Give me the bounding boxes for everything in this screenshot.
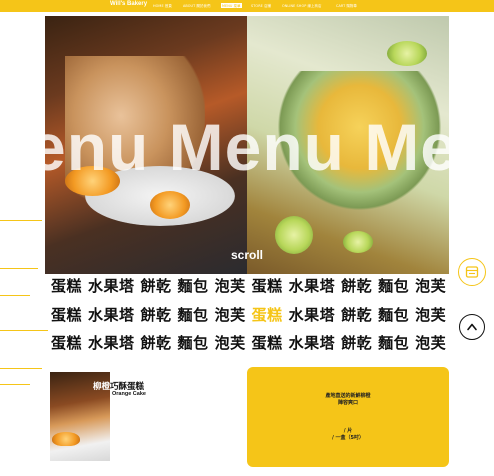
- category-link[interactable]: 泡芙: [415, 306, 446, 324]
- orange-slice-image: [150, 191, 190, 219]
- nav-online-shop[interactable]: ONLINE SHOP 線上商店: [282, 3, 322, 8]
- category-link[interactable]: 泡芙: [215, 306, 246, 324]
- brand-logo[interactable]: Will's Bakery: [110, 1, 147, 7]
- orange-slice-image: [52, 432, 80, 446]
- decor-line: [0, 220, 42, 221]
- category-link[interactable]: 蛋糕: [51, 306, 82, 324]
- category-link[interactable]: 餅乾: [141, 334, 172, 352]
- category-link[interactable]: 泡芙: [215, 277, 246, 295]
- scroll-label[interactable]: scroll: [231, 248, 263, 262]
- back-to-top-button[interactable]: [459, 314, 485, 340]
- category-marquee-row: 蛋糕 水果塔 餅乾 麵包 泡芙 蛋糕 水果塔 餅乾 麵包 泡芙: [51, 333, 451, 353]
- category-link[interactable]: 泡芙: [415, 277, 446, 295]
- category-link[interactable]: 餅乾: [341, 277, 372, 295]
- product-description-line: 產地直送的新鮮柳橙: [325, 393, 371, 399]
- category-link[interactable]: 蛋糕: [51, 334, 82, 352]
- category-link[interactable]: 麵包: [178, 277, 209, 295]
- category-link[interactable]: 蛋糕: [252, 306, 283, 324]
- cart-icon: [465, 266, 479, 278]
- nav-store[interactable]: STORE 店鋪: [251, 3, 271, 8]
- category-link[interactable]: 麵包: [178, 306, 209, 324]
- category-link[interactable]: 麵包: [178, 334, 209, 352]
- decor-line: [0, 295, 30, 296]
- category-marquee-row: 蛋糕 水果塔 餅乾 麵包 泡芙 蛋糕 水果塔 餅乾 麵包 泡芙: [51, 305, 451, 325]
- menu-hero: enu Menu Menu Men scroll: [45, 16, 449, 274]
- category-marquee-row: 蛋糕 水果塔 餅乾 麵包 泡芙 蛋糕 水果塔 餅乾 麵包 泡芙: [51, 276, 451, 296]
- category-link[interactable]: 麵包: [378, 277, 409, 295]
- category-link[interactable]: 麵包: [378, 334, 409, 352]
- lime-slice-image: [387, 41, 427, 66]
- decor-line: [0, 384, 30, 385]
- category-link[interactable]: 水果塔: [88, 334, 135, 352]
- product-description-line: 陣容爽口: [337, 400, 358, 406]
- category-link[interactable]: 泡芙: [215, 334, 246, 352]
- nav-menu[interactable]: MENU 菜單: [221, 3, 242, 8]
- category-link[interactable]: 水果塔: [88, 306, 135, 324]
- nav-cart[interactable]: CART 購物車: [336, 3, 357, 8]
- category-link[interactable]: 水果塔: [88, 277, 135, 295]
- category-link[interactable]: 餅乾: [341, 306, 372, 324]
- category-link[interactable]: 水果塔: [289, 277, 336, 295]
- category-link[interactable]: 麵包: [378, 306, 409, 324]
- price-per-box: / 一盒（5吋）: [331, 435, 365, 441]
- product-subtitle: Orange Cake: [112, 391, 146, 397]
- decor-line: [0, 368, 42, 369]
- menu-overlay-text: enu Menu Menu Men: [45, 110, 449, 184]
- lime-image: [275, 216, 313, 254]
- category-link[interactable]: 水果塔: [289, 334, 336, 352]
- category-link[interactable]: 蛋糕: [252, 334, 283, 352]
- category-link[interactable]: 蛋糕: [51, 277, 82, 295]
- category-link[interactable]: 餅乾: [341, 334, 372, 352]
- top-nav: Will's Bakery HOME 首頁 ABOUT 關於我們 MENU 菜單…: [0, 0, 494, 12]
- product-title-highlight: 柳橙: [93, 382, 111, 392]
- decor-line: [0, 330, 48, 331]
- floating-cart-button[interactable]: [458, 258, 486, 286]
- lime-slice-image: [343, 231, 373, 253]
- nav-home[interactable]: HOME 首頁: [153, 3, 172, 8]
- chevron-up-icon: [467, 323, 477, 331]
- category-link[interactable]: 餅乾: [141, 277, 172, 295]
- price-per-slice: / 片: [343, 428, 353, 434]
- category-link[interactable]: 餅乾: [141, 306, 172, 324]
- product-info-box: 產地直送的新鮮柳橙 陣容爽口 / 片 / 一盒（5吋）: [247, 367, 449, 467]
- nav-about[interactable]: ABOUT 關於我們: [183, 3, 210, 8]
- category-link[interactable]: 水果塔: [289, 306, 336, 324]
- category-link[interactable]: 泡芙: [415, 334, 446, 352]
- decor-line: [0, 268, 38, 269]
- category-link[interactable]: 蛋糕: [252, 277, 283, 295]
